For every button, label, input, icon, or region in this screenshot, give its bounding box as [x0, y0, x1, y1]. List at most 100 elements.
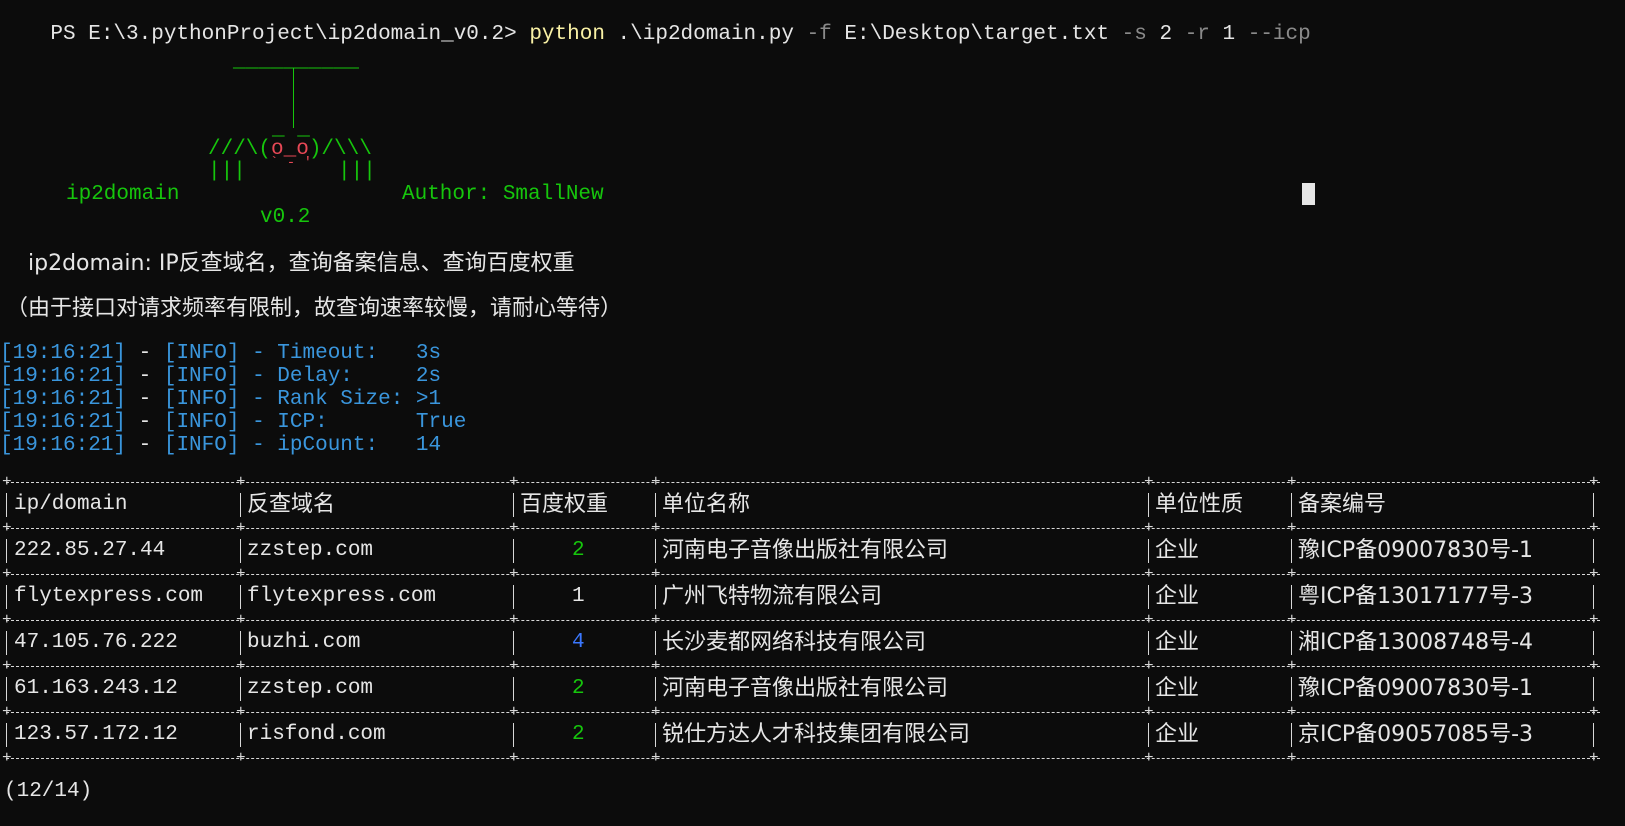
column-header: 单位名称	[662, 492, 751, 517]
border-joint: +	[509, 657, 519, 675]
border-joint: +	[1589, 565, 1599, 583]
art-top-bar: __________	[233, 50, 360, 73]
table-border: + + + + + + +	[2, 657, 1600, 675]
border-joint: +	[2, 565, 12, 583]
log-sep: -	[126, 434, 164, 457]
cell-icp-number: 豫ICP备09007830号-1	[1298, 676, 1534, 701]
tool-name: ip2domain	[66, 183, 180, 206]
column-divider	[655, 585, 656, 609]
border-joint: +	[236, 519, 246, 537]
column-divider	[240, 677, 241, 701]
art-legs-left: |||	[208, 160, 246, 183]
column-divider	[513, 493, 514, 517]
column-divider	[6, 723, 7, 747]
log-line: [19:16:21] - [INFO] - Delay: 2s	[0, 365, 441, 388]
column-header: 百度权重	[520, 492, 609, 517]
log-sep: -	[239, 342, 278, 365]
terminal-window[interactable]: PS E:\3.pythonProject\ip2domain_v0.2> py…	[0, 0, 1625, 826]
progress-counter: (12/14)	[4, 780, 93, 803]
column-divider	[1291, 723, 1292, 747]
log-value: 2s	[415, 365, 442, 388]
table-border: + + + + + + +	[2, 519, 1600, 537]
log-time: [19:16:21]	[0, 411, 127, 434]
log-sep: -	[126, 388, 164, 411]
border-joint: +	[2, 657, 12, 675]
log-level: [INFO]	[163, 434, 240, 457]
command-script: .\ip2domain.py	[604, 23, 807, 46]
border-joint: +	[1287, 565, 1297, 583]
border-joint: +	[1589, 657, 1599, 675]
log-value: 3s	[415, 342, 442, 365]
column-divider	[655, 493, 656, 517]
cell-ip: 47.105.76.222	[14, 631, 178, 654]
border-joint: +	[1589, 703, 1599, 721]
log-key: Timeout:	[277, 342, 416, 365]
cell-rank: 2	[572, 723, 585, 746]
cell-unit-type: 企业	[1155, 538, 1200, 563]
border-joint: +	[236, 611, 246, 629]
column-header: 单位性质	[1155, 492, 1244, 517]
column-divider	[1593, 539, 1594, 563]
cell-unit-name: 河南电子音像出版社有限公司	[662, 676, 949, 701]
column-divider	[655, 677, 656, 701]
column-divider	[655, 539, 656, 563]
arg-f: E:\Desktop\target.txt	[831, 23, 1122, 46]
border-joint: +	[509, 519, 519, 537]
cell-icp-number: 湘ICP备13008748号-4	[1298, 630, 1534, 655]
border-joint: +	[651, 657, 661, 675]
column-divider	[513, 723, 514, 747]
flag-r: -r	[1184, 23, 1210, 46]
cell-rank: 4	[572, 631, 585, 654]
column-divider	[6, 539, 7, 563]
cell-ip: 61.163.243.12	[14, 677, 178, 700]
cell-icp-number: 京ICP备09057085号-3	[1298, 722, 1534, 747]
border-joint: +	[2, 611, 12, 629]
border-joint: +	[1287, 703, 1297, 721]
cell-icp-number: 豫ICP备09007830号-1	[1298, 538, 1534, 563]
cell-rank: 1	[572, 585, 585, 608]
column-divider	[1291, 539, 1292, 563]
border-joint: +	[651, 611, 661, 629]
column-divider	[1593, 585, 1594, 609]
arg-r: 1	[1209, 23, 1248, 46]
log-level: [INFO]	[163, 365, 240, 388]
log-time: [19:16:21]	[0, 388, 127, 411]
border-joint: +	[1589, 519, 1599, 537]
log-time: [19:16:21]	[0, 434, 127, 457]
log-line: [19:16:21] - [INFO] - Rank Size: >1	[0, 388, 441, 411]
border-joint: +	[1287, 519, 1297, 537]
cell-unit-type: 企业	[1155, 630, 1200, 655]
column-divider	[1593, 631, 1594, 655]
cell-unit-name: 广州飞特物流有限公司	[662, 584, 883, 609]
log-level: [INFO]	[163, 342, 240, 365]
border-joint: +	[651, 519, 661, 537]
border-joint: +	[651, 749, 661, 767]
border-joint: +	[1287, 749, 1297, 767]
cell-unit-name: 河南电子音像出版社有限公司	[662, 538, 949, 563]
border-joint: +	[236, 565, 246, 583]
border-joint: +	[509, 749, 519, 767]
log-sep: -	[126, 411, 164, 434]
log-key: ipCount:	[277, 434, 416, 457]
flag-f: -f	[806, 23, 832, 46]
column-divider	[655, 631, 656, 655]
table-border: + + + + + + +	[2, 611, 1600, 629]
log-value: >1	[415, 388, 442, 411]
column-divider	[240, 723, 241, 747]
column-divider	[240, 493, 241, 517]
column-header: ip/domain	[14, 493, 128, 516]
cell-ip: 123.57.172.12	[14, 723, 178, 746]
log-key: ICP:	[277, 411, 416, 434]
log-sep: -	[126, 365, 164, 388]
border-joint: +	[1144, 749, 1154, 767]
border-joint: +	[1144, 473, 1154, 491]
column-divider	[1291, 493, 1292, 517]
column-divider	[1148, 723, 1149, 747]
cell-unit-name: 长沙麦都网络科技有限公司	[662, 630, 927, 655]
cell-rank: 2	[572, 677, 585, 700]
log-key: Rank Size:	[277, 388, 416, 411]
shell-prompt: PS E:\3.pythonProject\ip2domain_v0.2>	[50, 23, 530, 46]
column-divider	[1593, 723, 1594, 747]
cell-unit-type: 企业	[1155, 722, 1200, 747]
border-joint: +	[2, 519, 12, 537]
